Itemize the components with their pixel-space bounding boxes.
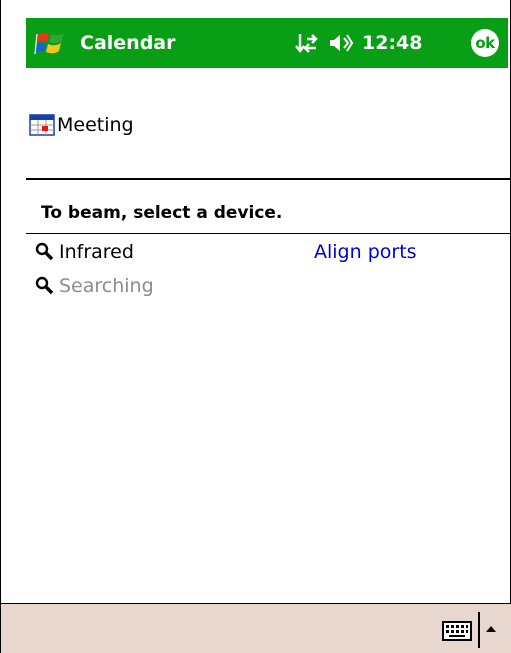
divider <box>26 178 511 180</box>
app-title: Calendar <box>80 32 176 54</box>
beam-instruction: To beam, select a device. <box>41 203 283 223</box>
connectivity-arrows-icon[interactable] <box>294 31 318 55</box>
device-item-infrared[interactable]: Infrared <box>33 238 134 266</box>
up-arrow-icon[interactable] <box>484 624 498 634</box>
magnifier-icon <box>35 242 54 261</box>
beam-screen: Calendar 12:48 ok Meeting To beam, selec… <box>0 0 511 653</box>
device-name: Infrared <box>59 241 134 263</box>
device-status: Align ports <box>314 241 417 263</box>
title-bar: Calendar 12:48 ok <box>26 18 508 68</box>
keyboard-icon[interactable] <box>442 621 472 641</box>
item-label: Meeting <box>57 114 134 136</box>
magnifier-icon <box>35 276 54 295</box>
windows-flag-icon <box>34 32 64 55</box>
beamed-item: Meeting <box>29 112 134 138</box>
device-name: Searching <box>59 275 154 297</box>
clock[interactable]: 12:48 <box>362 31 422 55</box>
device-item-searching: Searching <box>33 272 154 300</box>
divider <box>26 233 511 234</box>
speaker-icon[interactable] <box>328 31 354 55</box>
ok-button[interactable]: ok <box>471 29 499 57</box>
start-menu-button[interactable] <box>34 26 68 60</box>
calendar-icon <box>29 114 55 136</box>
sip-separator <box>478 612 480 648</box>
menu-bar <box>1 603 511 653</box>
